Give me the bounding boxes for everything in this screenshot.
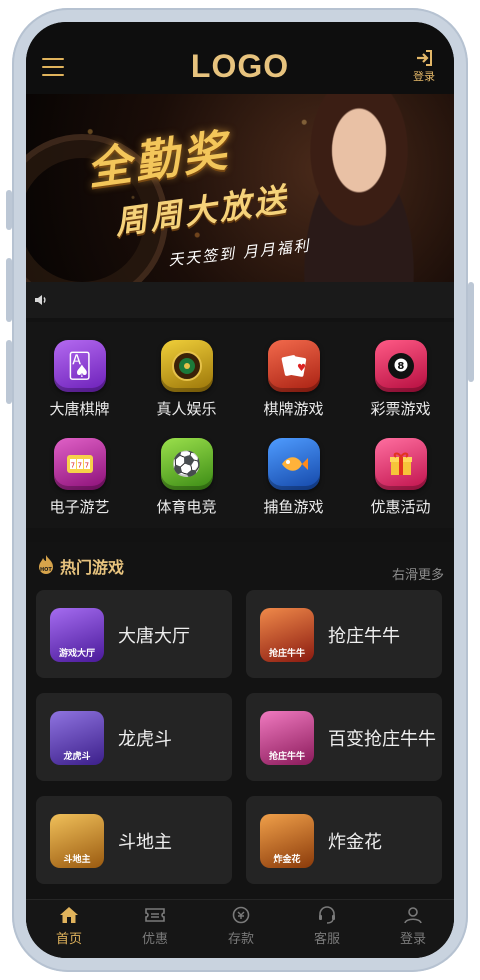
- login-icon: [417, 50, 432, 66]
- app-header: LOGO 登录: [26, 22, 454, 94]
- category-chess-games[interactable]: ♥ 棋牌游戏: [240, 340, 347, 419]
- game-card[interactable]: 斗地主 斗地主: [36, 796, 232, 884]
- swipe-more-link[interactable]: 右滑更多: [392, 564, 444, 583]
- tab-label: 存款: [227, 932, 254, 947]
- app-logo: LOGO: [190, 48, 290, 84]
- category-label: 电子游艺: [49, 498, 110, 516]
- svg-text:HOT: HOT: [40, 567, 52, 573]
- ticket-icon: [145, 908, 165, 922]
- hot-games-section: HOT 热门游戏 右滑更多 游戏大厅 大唐大厅 抢庄牛牛 抢庄牛牛 龙虎斗 龙虎…: [26, 542, 454, 922]
- user-icon: [404, 907, 422, 924]
- game-name: 炸金花: [328, 832, 382, 853]
- tab-label: 客服: [313, 932, 340, 947]
- svg-text:8: 8: [397, 361, 404, 372]
- fish-icon: [267, 438, 320, 490]
- game-name: 抢庄牛牛: [328, 626, 400, 647]
- dragon-tiger-icon: 龙虎斗: [50, 711, 104, 765]
- category-fishing[interactable]: 捕鱼游戏: [240, 438, 347, 517]
- game-card[interactable]: 炸金花 炸金花: [246, 796, 442, 884]
- volume-up-button: [6, 258, 12, 322]
- tab-support[interactable]: 客服: [284, 906, 370, 947]
- game-lobby-icon: 游戏大厅: [50, 608, 104, 662]
- volume-down-button: [6, 340, 12, 404]
- support-icon: [319, 906, 335, 924]
- login-label: 登录: [413, 70, 435, 83]
- soccer-icon: ⚽: [160, 438, 213, 490]
- svg-text:7: 7: [84, 462, 88, 470]
- game-name: 大唐大厅: [118, 626, 190, 647]
- golden-flower-icon: 炸金花: [260, 814, 314, 868]
- tab-label: 优惠: [141, 932, 168, 947]
- roulette-icon: [160, 340, 213, 392]
- notice-bar[interactable]: [26, 282, 454, 318]
- gift-icon: [374, 438, 427, 490]
- tab-label: 首页: [55, 932, 82, 947]
- tab-deposit[interactable]: 存款: [198, 906, 284, 947]
- speaker-icon: [35, 295, 46, 305]
- svg-text:♥: ♥: [297, 363, 306, 374]
- category-lottery[interactable]: 8 彩票游戏: [347, 340, 454, 419]
- tab-home[interactable]: 首页: [26, 906, 112, 947]
- game-name: 斗地主: [118, 832, 172, 853]
- category-label: 捕鱼游戏: [263, 498, 324, 516]
- hot-flame-icon: HOT: [39, 555, 53, 574]
- category-grid: 🂡 大唐棋牌 真人娱乐 ♥ 棋牌游戏 8 彩票游戏 777 电子游艺 ⚽ 体育电…: [26, 322, 454, 528]
- svg-text:7: 7: [70, 462, 74, 470]
- category-label: 棋牌游戏: [263, 400, 324, 418]
- deposit-icon: [232, 906, 250, 924]
- game-name: 龙虎斗: [118, 729, 172, 750]
- game-card[interactable]: 游戏大厅 大唐大厅: [36, 590, 232, 678]
- category-label: 彩票游戏: [370, 400, 431, 418]
- game-card[interactable]: 龙虎斗 龙虎斗: [36, 693, 232, 781]
- tab-promotions[interactable]: 优惠: [112, 906, 198, 947]
- category-label: 真人娱乐: [156, 400, 217, 418]
- cards-icon: 🂡: [53, 340, 106, 392]
- category-electronic[interactable]: 777 电子游艺: [26, 438, 133, 517]
- game-card[interactable]: 抢庄牛牛 抢庄牛牛: [246, 590, 442, 678]
- poker-icon: ♥: [267, 340, 320, 392]
- promo-banner[interactable]: 全勤奖 周周大放送 天天签到 月月福利: [26, 94, 454, 282]
- tab-label: 登录: [399, 932, 426, 947]
- billiard-icon: 8: [374, 340, 427, 392]
- svg-text:7: 7: [77, 462, 81, 470]
- category-label: 大唐棋牌: [49, 400, 110, 418]
- tab-login[interactable]: 登录: [370, 906, 454, 947]
- login-button[interactable]: 登录: [406, 50, 442, 84]
- home-icon: [60, 907, 78, 923]
- category-label: 优惠活动: [370, 498, 431, 516]
- category-live-casino[interactable]: 真人娱乐: [133, 340, 240, 419]
- category-label: 体育电竞: [156, 498, 217, 516]
- landlord-icon: 斗地主: [50, 814, 104, 868]
- game-name: 百变抢庄牛牛: [328, 729, 436, 750]
- category-datang-chess[interactable]: 🂡 大唐棋牌: [26, 340, 133, 419]
- bottom-tab-bar: 首页 优惠 存款 客服 登录: [26, 899, 454, 958]
- category-promotions[interactable]: 优惠活动: [347, 438, 454, 517]
- game-card[interactable]: 抢庄牛牛 百变抢庄牛牛: [246, 693, 442, 781]
- hot-games-title: 热门游戏: [60, 558, 125, 577]
- bull-game-icon: 抢庄牛牛: [260, 711, 314, 765]
- slot-icon: 777: [53, 438, 106, 490]
- bull-game-icon: 抢庄牛牛: [260, 608, 314, 662]
- category-sports[interactable]: ⚽ 体育电竞: [133, 438, 240, 517]
- app-screen: LOGO 登录 全勤奖 周周大放送 天天签到 月月福利 🂡 大唐棋牌 真人娱乐 …: [26, 22, 454, 958]
- power-button: [468, 282, 474, 382]
- volume-button: [6, 190, 12, 230]
